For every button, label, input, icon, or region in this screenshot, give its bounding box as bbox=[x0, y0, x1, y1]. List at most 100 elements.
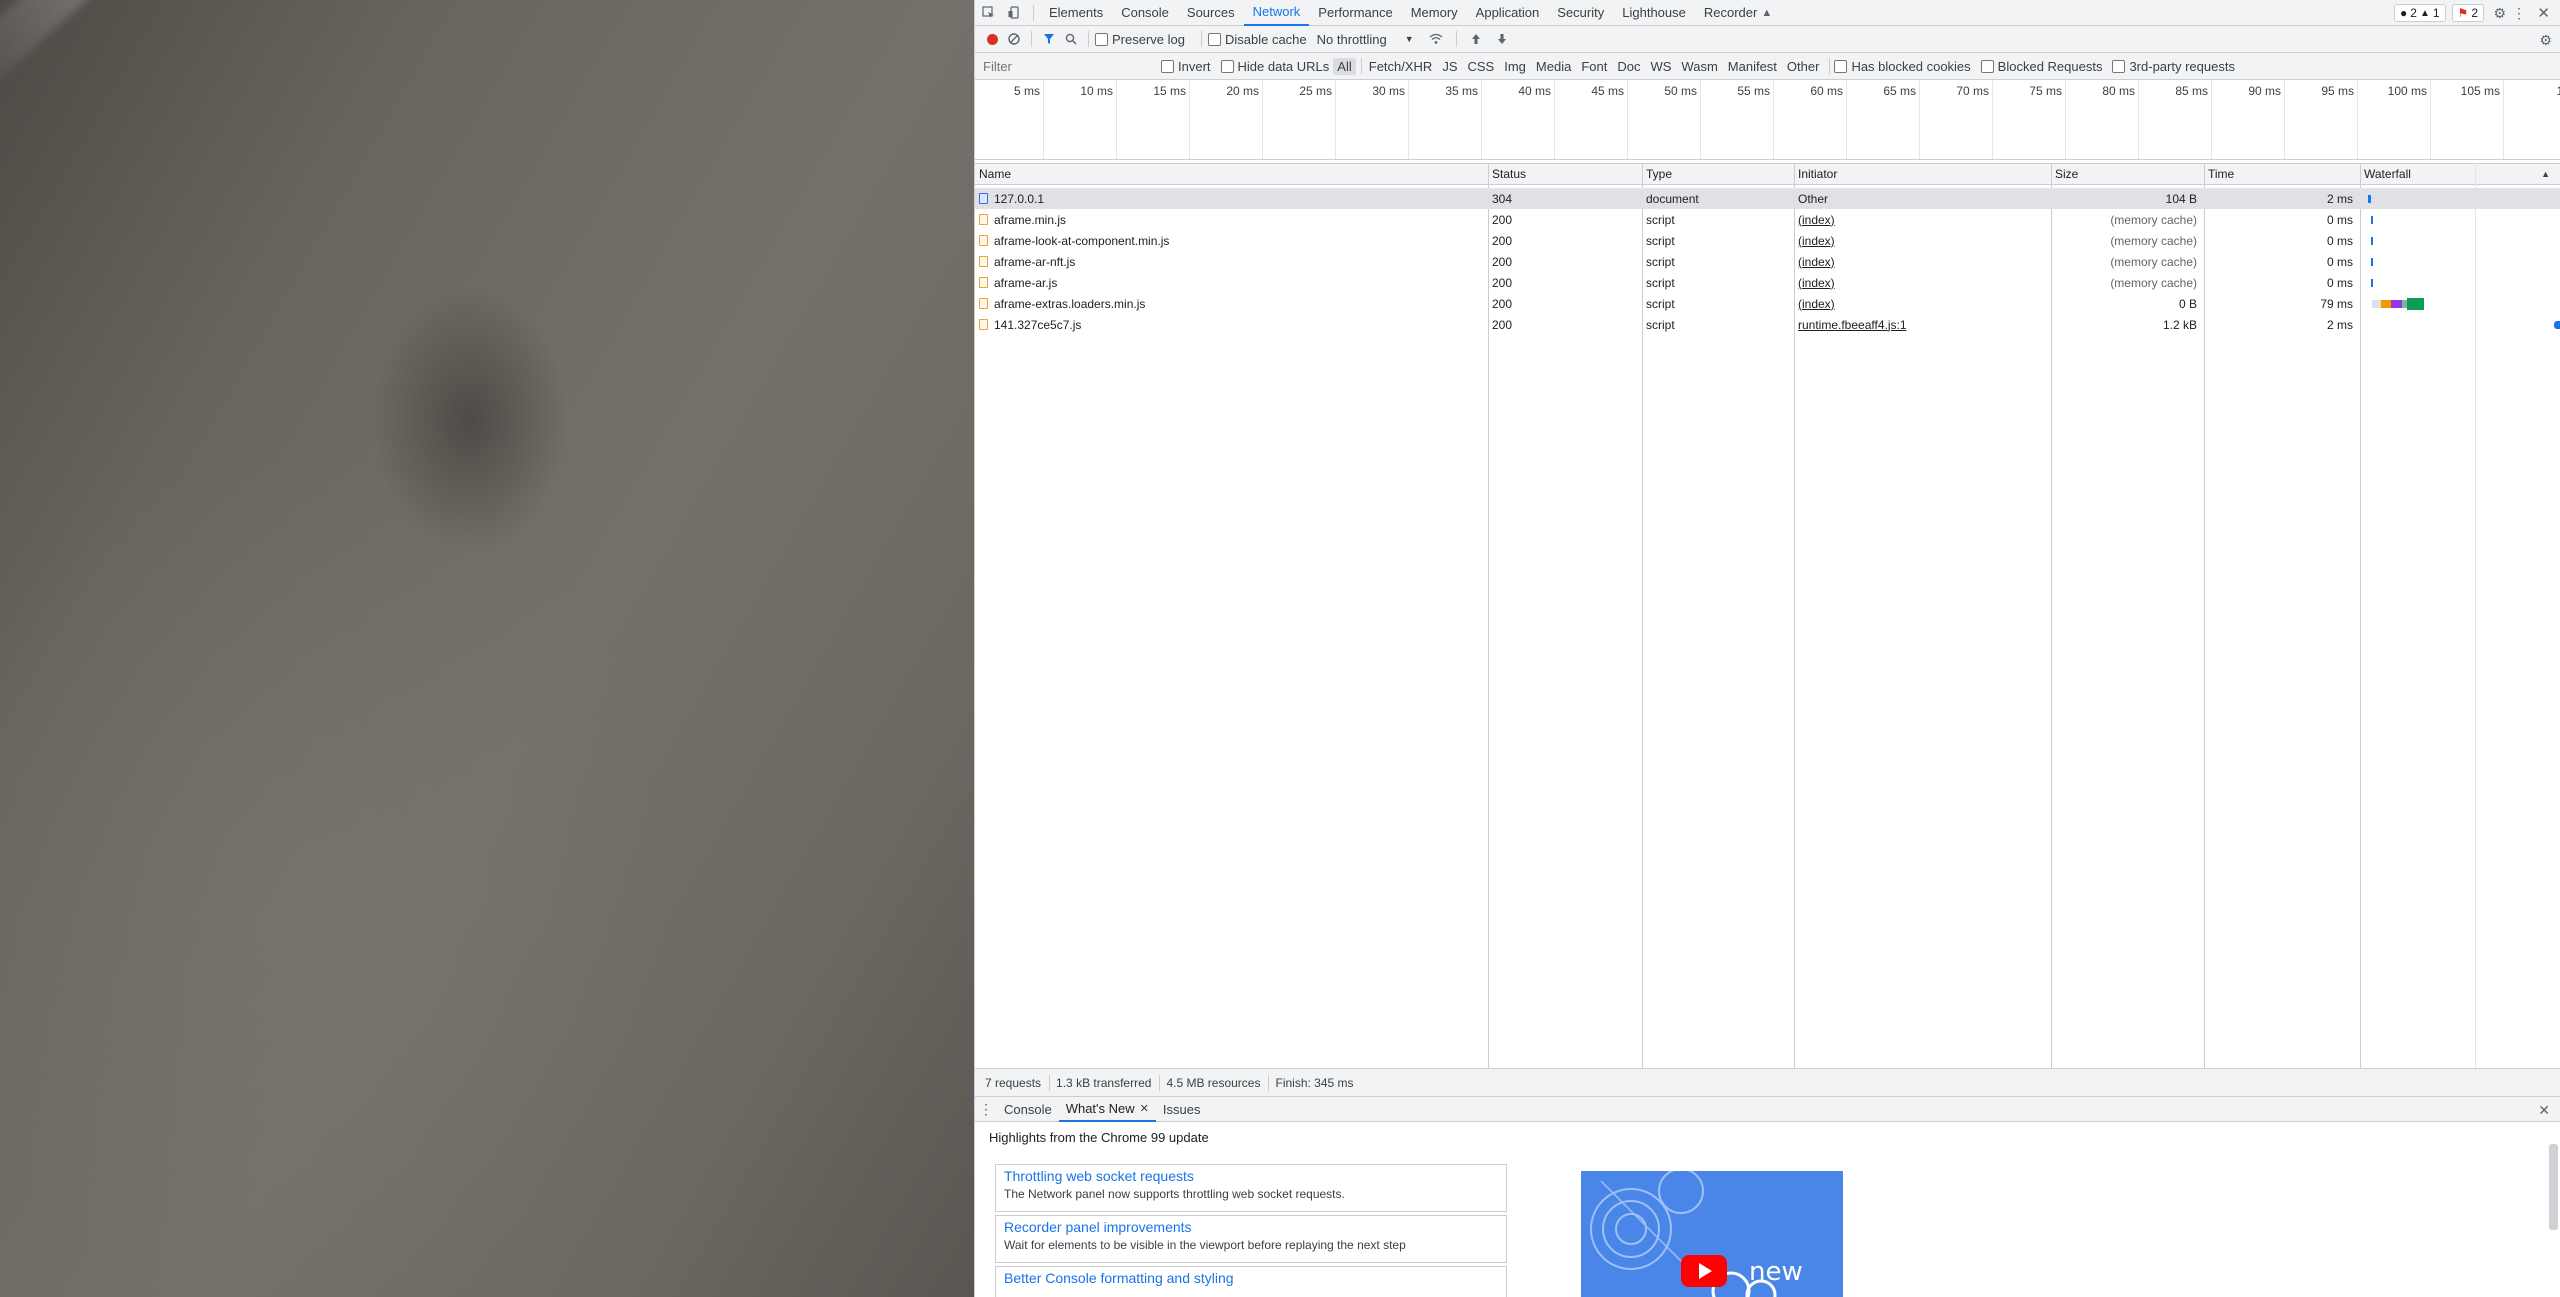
cell-name[interactable]: 141.327ce5c7.js bbox=[975, 314, 1487, 335]
filter-type-font[interactable]: Font bbox=[1577, 58, 1611, 75]
filter-type-manifest[interactable]: Manifest bbox=[1724, 58, 1781, 75]
has-blocked-cookies-checkbox[interactable]: Has blocked cookies bbox=[1834, 59, 1971, 74]
cell-initiator[interactable]: (index) bbox=[1794, 230, 2050, 251]
filter-type-ws[interactable]: WS bbox=[1646, 58, 1675, 75]
filter-type-all[interactable]: All bbox=[1333, 57, 1356, 75]
tab-console[interactable]: Console bbox=[1112, 0, 1178, 26]
tab-lighthouse[interactable]: Lighthouse bbox=[1613, 0, 1695, 26]
initiator-link[interactable]: runtime.fbeeaff4.js:1 bbox=[1798, 318, 1907, 332]
cell-initiator[interactable]: runtime.fbeeaff4.js:1 bbox=[1794, 314, 2050, 335]
hide-data-urls-checkbox[interactable]: Hide data URLs bbox=[1220, 59, 1329, 74]
checkbox-box[interactable] bbox=[1980, 59, 1994, 73]
col-header-size[interactable]: Size bbox=[2051, 164, 2203, 184]
preserve-log-checkbox[interactable]: Preserve log bbox=[1095, 32, 1185, 47]
tab-performance[interactable]: Performance bbox=[1309, 0, 1401, 26]
waterfall-bar[interactable] bbox=[2371, 258, 2373, 266]
filter-type-doc[interactable]: Doc bbox=[1613, 58, 1644, 75]
settings-gear-icon[interactable]: ⚙ bbox=[2493, 5, 2506, 22]
whats-new-item-title[interactable]: Recorder panel improvements bbox=[1004, 1219, 1498, 1235]
col-header-initiator[interactable]: Initiator bbox=[1794, 164, 2050, 184]
throttling-select[interactable]: No throttling ▼ bbox=[1317, 32, 1414, 47]
import-har-icon[interactable] bbox=[1463, 33, 1489, 45]
checkbox-box[interactable] bbox=[1207, 32, 1221, 46]
whats-new-item[interactable]: Recorder panel improvements Wait for ele… bbox=[995, 1215, 1507, 1263]
inspect-element-icon[interactable] bbox=[975, 6, 1001, 19]
tab-recorder[interactable]: Recorder ▲ bbox=[1695, 0, 1781, 26]
cell-initiator[interactable]: (index) bbox=[1794, 251, 2050, 272]
filter-icon[interactable] bbox=[1038, 33, 1060, 45]
close-tab-icon[interactable]: ✕ bbox=[1140, 1102, 1149, 1115]
table-row[interactable]: 141.327ce5c7.js 200 script runtime.fbeea… bbox=[975, 314, 2560, 335]
checkbox-box[interactable] bbox=[2112, 59, 2126, 73]
initiator-link[interactable]: (index) bbox=[1798, 255, 1835, 269]
filter-type-other[interactable]: Other bbox=[1783, 58, 1824, 75]
tab-sources[interactable]: Sources bbox=[1178, 0, 1244, 26]
filter-type-js[interactable]: JS bbox=[1438, 58, 1461, 75]
initiator-link[interactable]: (index) bbox=[1798, 213, 1835, 227]
filter-type-wasm[interactable]: Wasm bbox=[1677, 58, 1721, 75]
network-settings-gear-icon[interactable]: ⚙ bbox=[2539, 32, 2552, 49]
tab-application[interactable]: Application bbox=[1467, 0, 1549, 26]
record-icon[interactable] bbox=[981, 33, 1003, 45]
col-header-time[interactable]: Time bbox=[2204, 164, 2359, 184]
cell-name[interactable]: aframe-look-at-component.min.js bbox=[975, 230, 1487, 251]
waterfall-bar[interactable] bbox=[2554, 321, 2560, 329]
tab-security[interactable]: Security bbox=[1548, 0, 1613, 26]
col-header-status[interactable]: Status bbox=[1488, 164, 1641, 184]
waterfall-stalled-segment[interactable] bbox=[2381, 300, 2391, 308]
cell-name[interactable]: aframe.min.js bbox=[975, 209, 1487, 230]
col-header-name[interactable]: Name bbox=[975, 164, 1487, 184]
cell-initiator[interactable]: (index) bbox=[1794, 293, 2050, 314]
cell-initiator[interactable]: (index) bbox=[1794, 209, 2050, 230]
export-har-icon[interactable] bbox=[1489, 33, 1515, 45]
checkbox-box[interactable] bbox=[1161, 59, 1174, 73]
drawer-tab-whats-new[interactable]: What's New ✕ bbox=[1058, 1096, 1156, 1122]
waterfall-bar[interactable] bbox=[2371, 216, 2373, 224]
table-row[interactable]: aframe-extras.loaders.min.js 200 script … bbox=[975, 293, 2560, 314]
search-icon[interactable] bbox=[1060, 33, 1082, 45]
clear-icon[interactable] bbox=[1003, 33, 1025, 45]
whats-new-item-title[interactable]: Throttling web socket requests bbox=[1004, 1168, 1498, 1184]
network-conditions-icon[interactable] bbox=[1422, 33, 1450, 45]
col-header-waterfall[interactable]: Waterfall ▲ bbox=[2360, 164, 2560, 184]
waterfall-queue-segment[interactable] bbox=[2372, 300, 2381, 308]
table-row[interactable]: aframe-ar.js 200 script (index) (memory … bbox=[975, 272, 2560, 293]
drawer-tab-console[interactable]: Console bbox=[997, 1096, 1059, 1122]
device-toolbar-icon[interactable] bbox=[1001, 6, 1027, 19]
table-row[interactable]: aframe-look-at-component.min.js 200 scri… bbox=[975, 230, 2560, 251]
blocked-requests-checkbox[interactable]: Blocked Requests bbox=[1980, 59, 2102, 74]
info-badge[interactable]: ● 2 ▲ 1 bbox=[2394, 4, 2446, 22]
drawer-scrollbar[interactable] bbox=[2549, 1144, 2558, 1230]
waterfall-bar[interactable] bbox=[2368, 195, 2371, 203]
initiator-link[interactable]: (index) bbox=[1798, 276, 1835, 290]
waterfall-ssl-segment[interactable] bbox=[2391, 300, 2402, 308]
issue-badges[interactable]: ● 2 ▲ 1 ⚑ 2 bbox=[2394, 4, 2484, 22]
initiator-link[interactable]: (index) bbox=[1798, 234, 1835, 248]
youtube-play-icon[interactable] bbox=[1681, 1255, 1727, 1287]
cell-name[interactable]: aframe-extras.loaders.min.js bbox=[975, 293, 1487, 314]
drawer-tab-issues[interactable]: Issues bbox=[1156, 1096, 1208, 1122]
whats-new-item[interactable]: Better Console formatting and styling bbox=[995, 1266, 1507, 1297]
waterfall-bar[interactable] bbox=[2371, 237, 2373, 245]
filter-type-fetch-xhr[interactable]: Fetch/XHR bbox=[1365, 58, 1437, 75]
cell-name[interactable]: 127.0.0.1 bbox=[975, 188, 1487, 209]
close-drawer-icon[interactable]: ✕ bbox=[2538, 1102, 2550, 1119]
table-row[interactable]: 127.0.0.1 304 document Other 104 B 2 ms bbox=[975, 188, 2560, 209]
table-row[interactable]: aframe-ar-nft.js 200 script (index) (mem… bbox=[975, 251, 2560, 272]
tab-elements[interactable]: Elements bbox=[1040, 0, 1112, 26]
checkbox-box[interactable] bbox=[1220, 59, 1234, 73]
tab-network[interactable]: Network bbox=[1243, 0, 1310, 26]
waterfall-download-segment[interactable] bbox=[2407, 298, 2424, 310]
table-row[interactable]: aframe.min.js 200 script (index) (memory… bbox=[975, 209, 2560, 230]
whats-new-item[interactable]: Throttling web socket requests The Netwo… bbox=[995, 1164, 1507, 1212]
checkbox-box[interactable] bbox=[1834, 59, 1848, 73]
waterfall-bar[interactable] bbox=[2371, 279, 2373, 287]
close-devtools-icon[interactable]: ✕ bbox=[2537, 4, 2550, 22]
cell-initiator[interactable]: (index) bbox=[1794, 272, 2050, 293]
error-badge[interactable]: ⚑ 2 bbox=[2451, 4, 2484, 22]
third-party-requests-checkbox[interactable]: 3rd-party requests bbox=[2112, 59, 2235, 74]
initiator-link[interactable]: (index) bbox=[1798, 297, 1835, 311]
checkbox-box[interactable] bbox=[1095, 32, 1108, 46]
whats-new-item-title[interactable]: Better Console formatting and styling bbox=[1004, 1270, 1498, 1286]
drawer-menu-icon[interactable]: ⋮ bbox=[975, 1101, 997, 1118]
